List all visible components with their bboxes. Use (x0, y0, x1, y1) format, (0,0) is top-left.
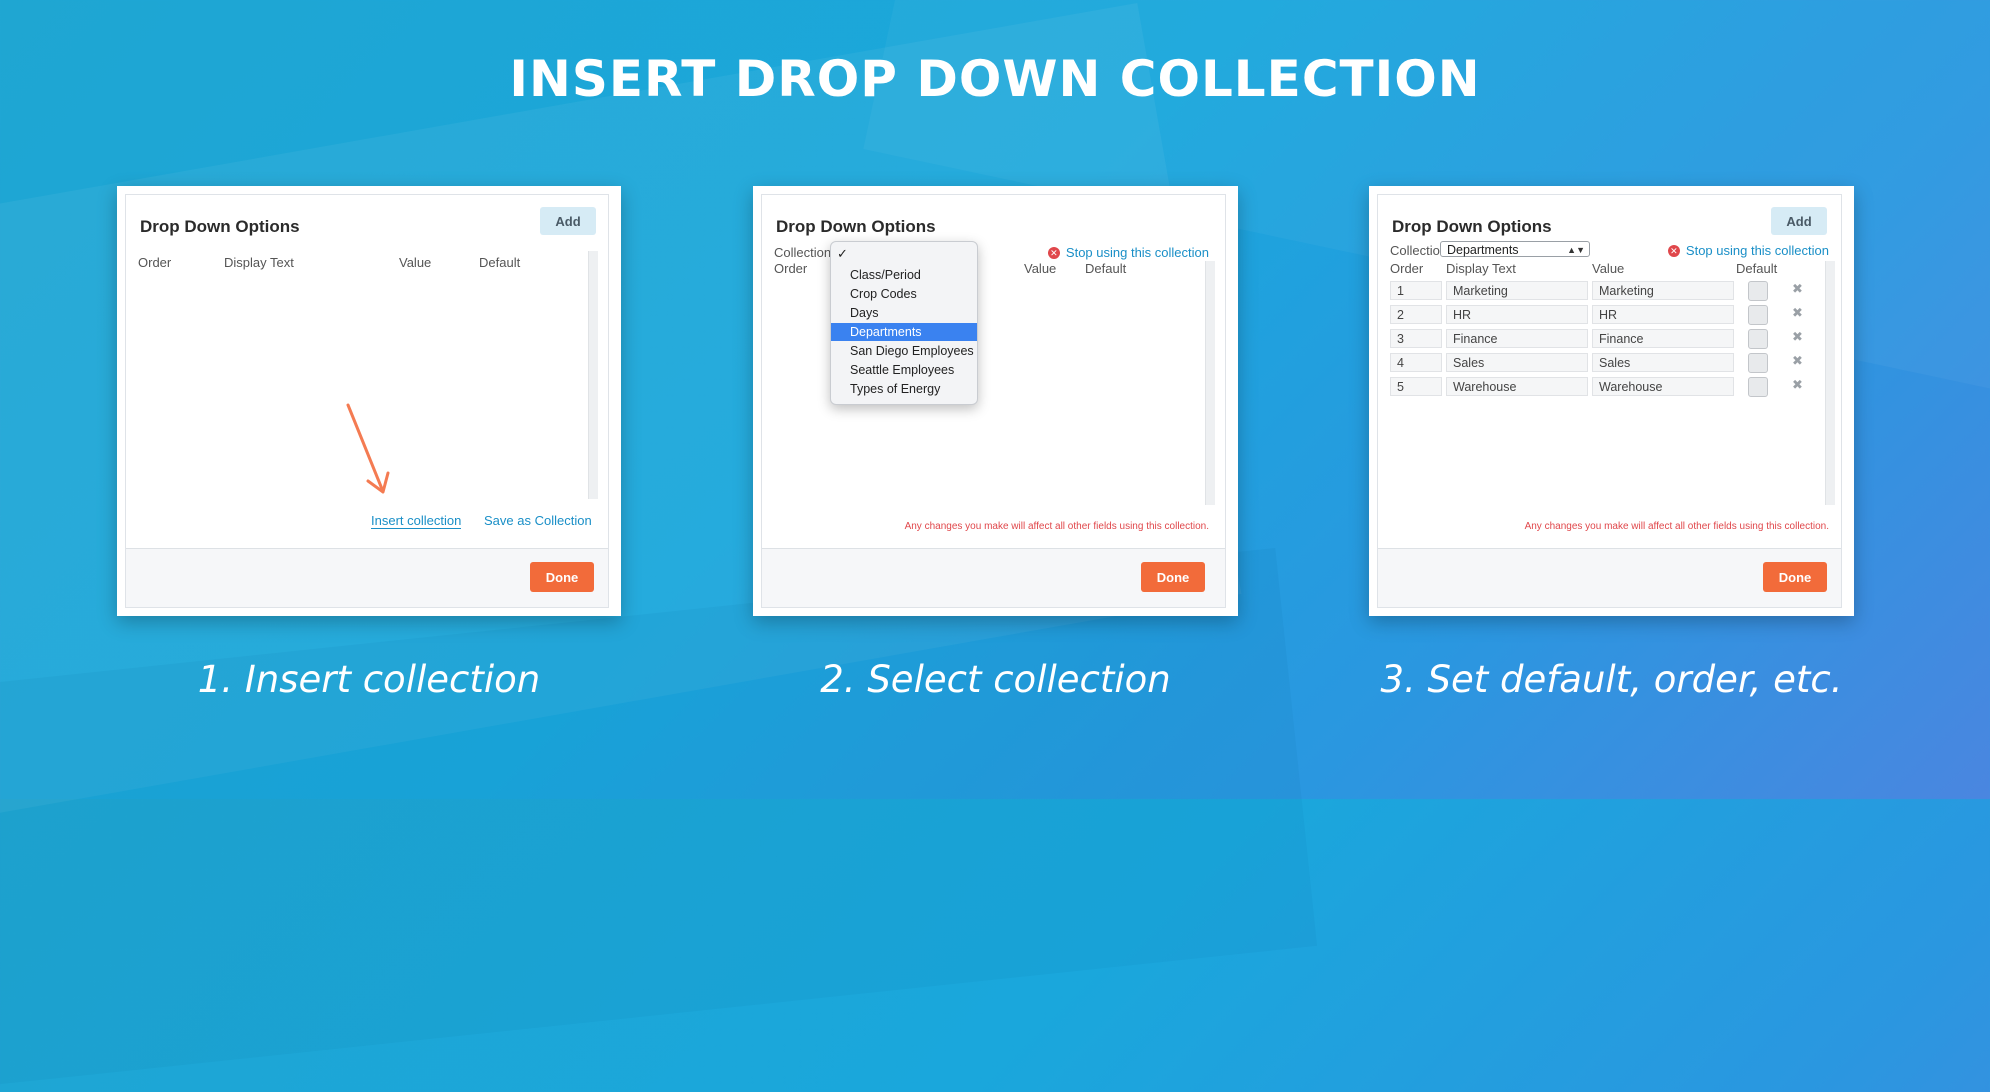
collection-label: Collection (774, 245, 832, 260)
display-text-cell[interactable]: Sales (1446, 353, 1588, 372)
order-cell[interactable]: 2 (1390, 305, 1442, 324)
menu-item-crop-codes[interactable]: Crop Codes (831, 285, 977, 303)
column-header-order: Order (1390, 261, 1424, 276)
default-checkbox[interactable] (1748, 281, 1768, 301)
arrow-pointer-icon (346, 403, 390, 494)
delete-icon[interactable]: ✖ (1792, 281, 1803, 297)
caption-step-1: 1. Insert collection (197, 658, 541, 701)
value-cell[interactable]: Sales (1592, 353, 1734, 372)
column-header-default: Default (1736, 261, 1778, 276)
column-header-value: Value (399, 255, 432, 270)
stop-link-label: Stop using this collection (1065, 245, 1209, 260)
delete-icon[interactable]: ✖ (1792, 329, 1803, 345)
menu-item-days[interactable]: Days (831, 304, 977, 322)
column-header-default: Default (1085, 261, 1127, 276)
menu-item-class-period[interactable]: Class/Period (831, 266, 977, 284)
order-cell[interactable]: 5 (1390, 377, 1442, 396)
stop-using-collection-link[interactable]: ✕ Stop using this collection (1667, 243, 1829, 258)
collection-select-value: Departments (1447, 243, 1519, 257)
insert-collection-link[interactable]: Insert collection (371, 513, 462, 529)
collection-dropdown-menu: ✓ Class/Period Crop Codes Days Departmen… (830, 241, 978, 405)
default-checkbox[interactable] (1748, 377, 1768, 397)
dropdown-options-panel: Drop Down Options Collection Order Value… (761, 194, 1226, 608)
collection-select[interactable]: Departments ▲▼ (1440, 241, 1590, 257)
stop-link-label: Stop using this collection (1685, 243, 1829, 258)
scrollbar[interactable] (1205, 261, 1215, 505)
value-cell[interactable]: HR (1592, 305, 1734, 324)
done-button[interactable]: Done (530, 562, 594, 592)
column-header-value: Value (1024, 261, 1057, 276)
add-button[interactable]: Add (1771, 207, 1827, 235)
save-as-collection-link[interactable]: Save as Collection (484, 513, 592, 528)
add-button[interactable]: Add (540, 207, 596, 235)
close-circle-icon: ✕ (1047, 246, 1060, 259)
column-header-value: Value (1592, 261, 1625, 276)
default-checkbox[interactable] (1748, 353, 1768, 373)
order-cell[interactable]: 3 (1390, 329, 1442, 348)
done-button[interactable]: Done (1763, 562, 1827, 592)
column-header-order: Order (774, 261, 808, 276)
menu-item-seattle-employees[interactable]: Seattle Employees (831, 361, 977, 379)
close-circle-icon: ✕ (1667, 244, 1680, 257)
panel-footer: Done (126, 548, 608, 607)
table-row: 5 Warehouse Warehouse ✖ (1390, 377, 1829, 397)
stop-using-collection-link[interactable]: ✕ Stop using this collection (1047, 245, 1209, 260)
dropdown-options-panel: Drop Down Options Add Collection: Depart… (1377, 194, 1842, 608)
menu-item-san-diego-employees[interactable]: San Diego Employees (831, 342, 977, 360)
screenshot-select-collection: Drop Down Options Collection Order Value… (753, 186, 1238, 616)
value-cell[interactable]: Finance (1592, 329, 1734, 348)
menu-item-departments[interactable]: Departments (831, 323, 977, 341)
column-header-display-text: Display Text (224, 255, 294, 270)
panel-title: Drop Down Options (1392, 217, 1552, 236)
select-arrows-icon: ▲▼ (1567, 245, 1585, 255)
panel-footer: Done (762, 548, 1225, 607)
scrollbar[interactable] (588, 251, 598, 499)
display-text-cell[interactable]: Warehouse (1446, 377, 1588, 396)
display-text-cell[interactable]: Marketing (1446, 281, 1588, 300)
display-text-cell[interactable]: Finance (1446, 329, 1588, 348)
delete-icon[interactable]: ✖ (1792, 377, 1803, 393)
caption-step-3: 3. Set default, order, etc. (1380, 658, 1843, 701)
delete-icon[interactable]: ✖ (1792, 353, 1803, 369)
table-row: 2 HR HR ✖ (1390, 305, 1829, 325)
order-cell[interactable]: 1 (1390, 281, 1442, 300)
default-checkbox[interactable] (1748, 305, 1768, 325)
panel-footer: Done (1378, 548, 1841, 607)
column-header-display-text: Display Text (1446, 261, 1516, 276)
done-button[interactable]: Done (1141, 562, 1205, 592)
column-header-default: Default (479, 255, 521, 270)
panel-title: Drop Down Options (776, 217, 936, 236)
collection-warning: Any changes you make will affect all oth… (904, 521, 1209, 532)
order-cell[interactable]: 4 (1390, 353, 1442, 372)
value-cell[interactable]: Warehouse (1592, 377, 1734, 396)
dropdown-options-panel: Drop Down Options Add Order Display Text… (125, 194, 609, 608)
background-shape (0, 547, 1318, 1092)
display-text-cell[interactable]: HR (1446, 305, 1588, 324)
column-header-order: Order (138, 255, 172, 270)
table-row: 3 Finance Finance ✖ (1390, 329, 1829, 349)
caption-step-2: 2. Select collection (820, 658, 1171, 701)
menu-item-types-of-energy[interactable]: Types of Energy (831, 380, 977, 398)
collection-warning: Any changes you make will affect all oth… (1524, 521, 1829, 532)
table-row: 1 Marketing Marketing ✖ (1390, 281, 1829, 301)
value-cell[interactable]: Marketing (1592, 281, 1734, 300)
page-headline: INSERT DROP DOWN COLLECTION (509, 50, 1481, 108)
checkmark-icon: ✓ (837, 246, 848, 261)
panel-title: Drop Down Options (140, 217, 300, 236)
default-checkbox[interactable] (1748, 329, 1768, 349)
screenshot-insert-collection: Drop Down Options Add Order Display Text… (117, 186, 621, 616)
table-row: 4 Sales Sales ✖ (1390, 353, 1829, 373)
delete-icon[interactable]: ✖ (1792, 305, 1803, 321)
screenshot-set-default-order: Drop Down Options Add Collection: Depart… (1369, 186, 1854, 616)
